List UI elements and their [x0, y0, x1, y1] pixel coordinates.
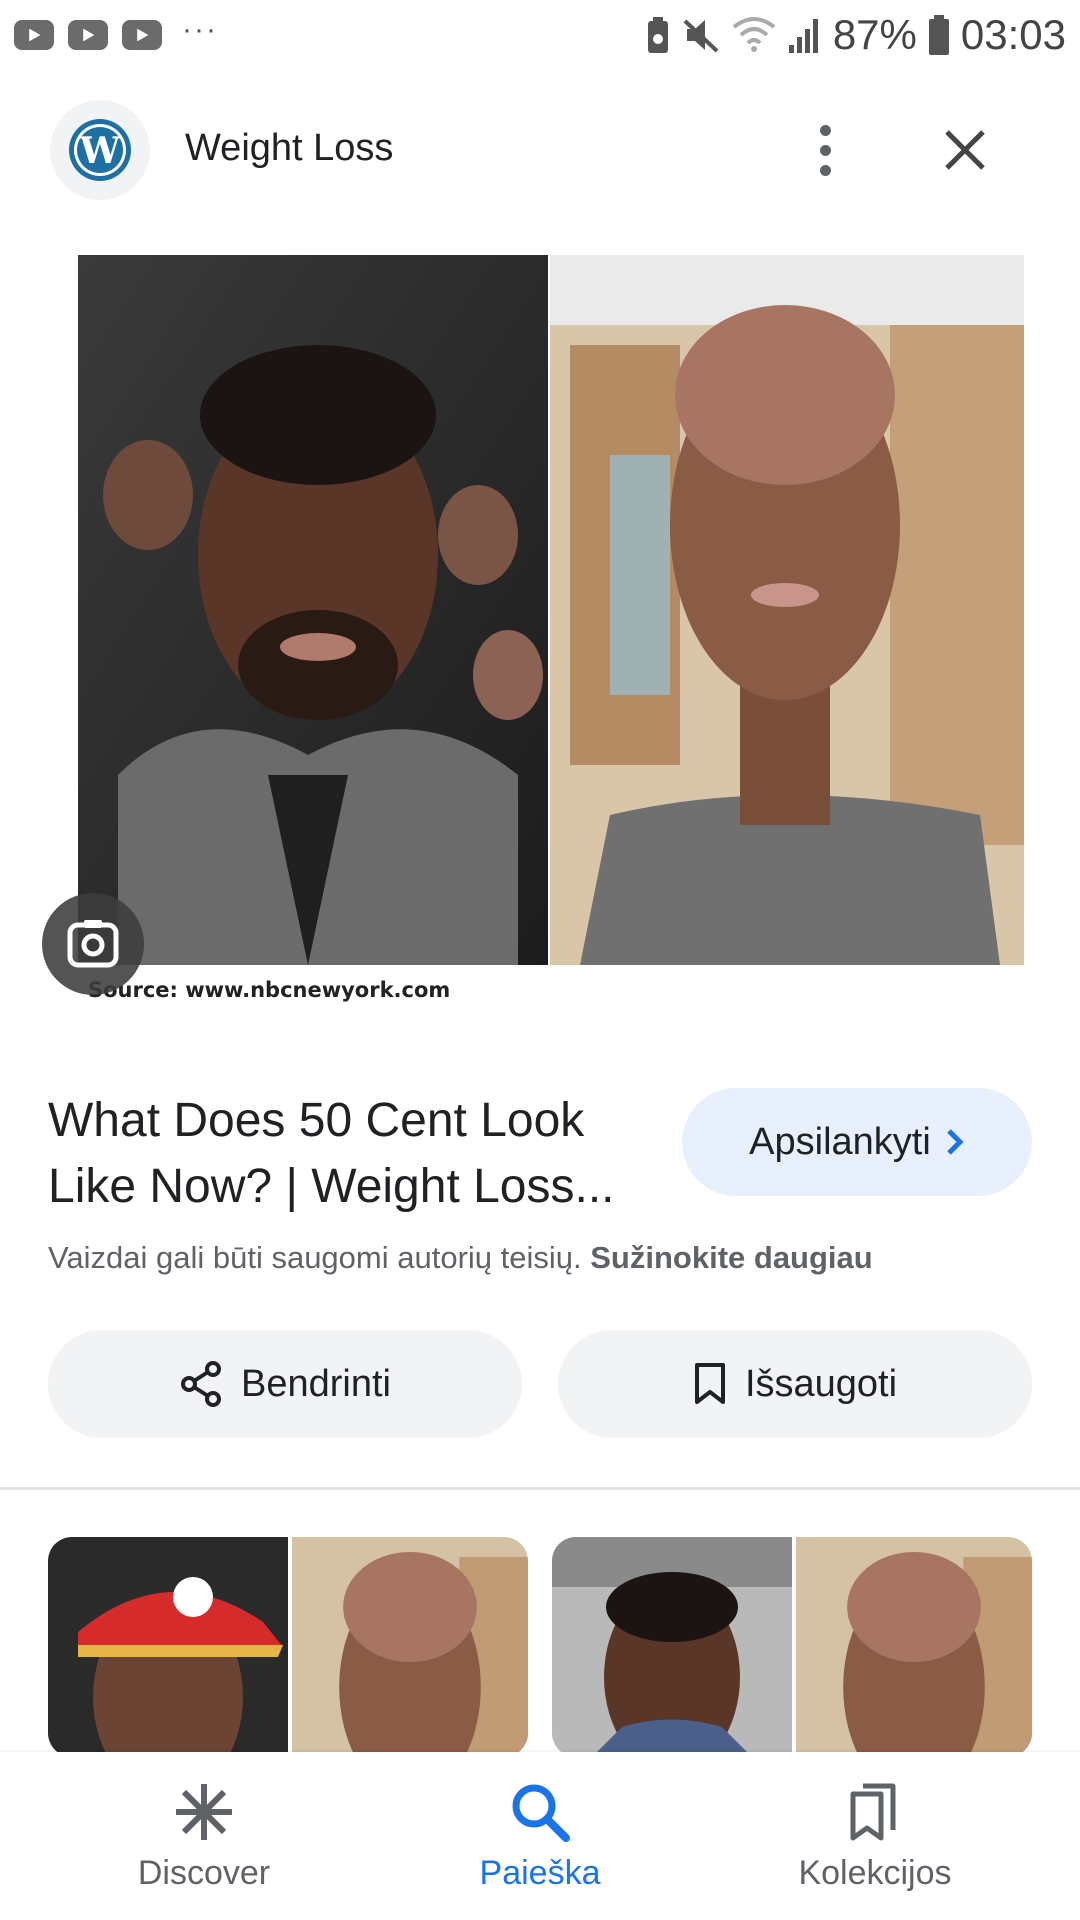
mute-icon [683, 19, 719, 53]
asterisk-icon [176, 1784, 232, 1840]
related-photo [796, 1537, 1032, 1757]
close-button[interactable] [935, 120, 995, 180]
wifi-icon [732, 17, 776, 52]
youtube-notification-icon [14, 20, 54, 50]
related-photo [552, 1537, 792, 1757]
image-source-caption: Source: www.nbcnewyork.com [88, 978, 451, 1002]
status-bar: ··· 87% 03:03 [0, 0, 1080, 70]
chevron-right-icon [947, 1129, 964, 1155]
svg-text:W: W [79, 130, 121, 172]
copyright-text: Vaizdai gali būti saugomi autorių teisių… [48, 1240, 582, 1275]
related-thumb-left [552, 1537, 792, 1757]
section-divider [0, 1487, 1080, 1490]
result-title[interactable]: What Does 50 Cent Look Like Now? | Weigh… [48, 1088, 648, 1220]
battery-percent: 87% [832, 11, 917, 58]
more-dot [819, 144, 831, 156]
youtube-notification-icon [68, 20, 108, 50]
related-image[interactable] [48, 1537, 528, 1757]
status-indicators: 87% 03:03 [645, 11, 1066, 59]
bookmark-icon [694, 1363, 725, 1404]
battery-icon [928, 15, 949, 55]
related-thumb-left [48, 1537, 288, 1757]
visit-label: Apsilankyti [749, 1120, 931, 1163]
more-options-button[interactable] [800, 115, 850, 185]
related-photo [48, 1537, 288, 1757]
site-logo[interactable]: W [50, 100, 150, 200]
nav-search-label: Paieška [479, 1854, 601, 1892]
signal-icon [788, 19, 818, 53]
related-thumb-right [792, 1537, 1032, 1757]
viewer-header: W Weight Loss [0, 95, 1080, 205]
copyright-notice: Vaizdai gali būti saugomi autorių teisių… [48, 1240, 873, 1276]
nav-discover[interactable]: Discover [74, 1752, 334, 1920]
learn-more-link[interactable]: Sužinokite daugiau [590, 1240, 872, 1275]
more-dot [819, 164, 831, 176]
related-photo [292, 1537, 528, 1757]
search-icon [512, 1784, 570, 1842]
save-button[interactable]: Išsaugoti [558, 1330, 1032, 1438]
related-image[interactable] [552, 1537, 1032, 1757]
share-label: Bendrinti [241, 1362, 391, 1405]
save-label: Išsaugoti [744, 1362, 898, 1405]
share-button[interactable]: Bendrinti [48, 1330, 522, 1438]
youtube-notification-icon [122, 20, 162, 50]
bottom-navigation: Discover Paieška Kolekcijos [0, 1752, 1080, 1920]
site-title[interactable]: Weight Loss [185, 127, 393, 170]
lens-icon [67, 920, 119, 968]
related-thumb-right [288, 1537, 528, 1757]
share-icon [181, 1361, 221, 1407]
nav-collections-label: Kolekcijos [798, 1854, 952, 1892]
result-image[interactable] [78, 255, 1024, 965]
clock: 03:03 [960, 11, 1066, 58]
status-notifications: ··· [14, 13, 218, 50]
wordpress-icon: W [69, 119, 131, 181]
close-icon [945, 130, 985, 170]
battery-saver-icon [647, 17, 668, 53]
nav-search[interactable]: Paieška [410, 1752, 670, 1920]
photo-before [78, 255, 548, 965]
collections-icon [850, 1783, 896, 1841]
more-notifications-icon: ··· [182, 13, 218, 46]
more-dot [819, 124, 831, 136]
google-lens-button[interactable] [42, 893, 144, 995]
visit-button[interactable]: Apsilankyti [682, 1088, 1032, 1196]
photo-after [550, 255, 1024, 965]
nav-collections[interactable]: Kolekcijos [745, 1752, 1005, 1920]
nav-discover-label: Discover [137, 1854, 271, 1892]
